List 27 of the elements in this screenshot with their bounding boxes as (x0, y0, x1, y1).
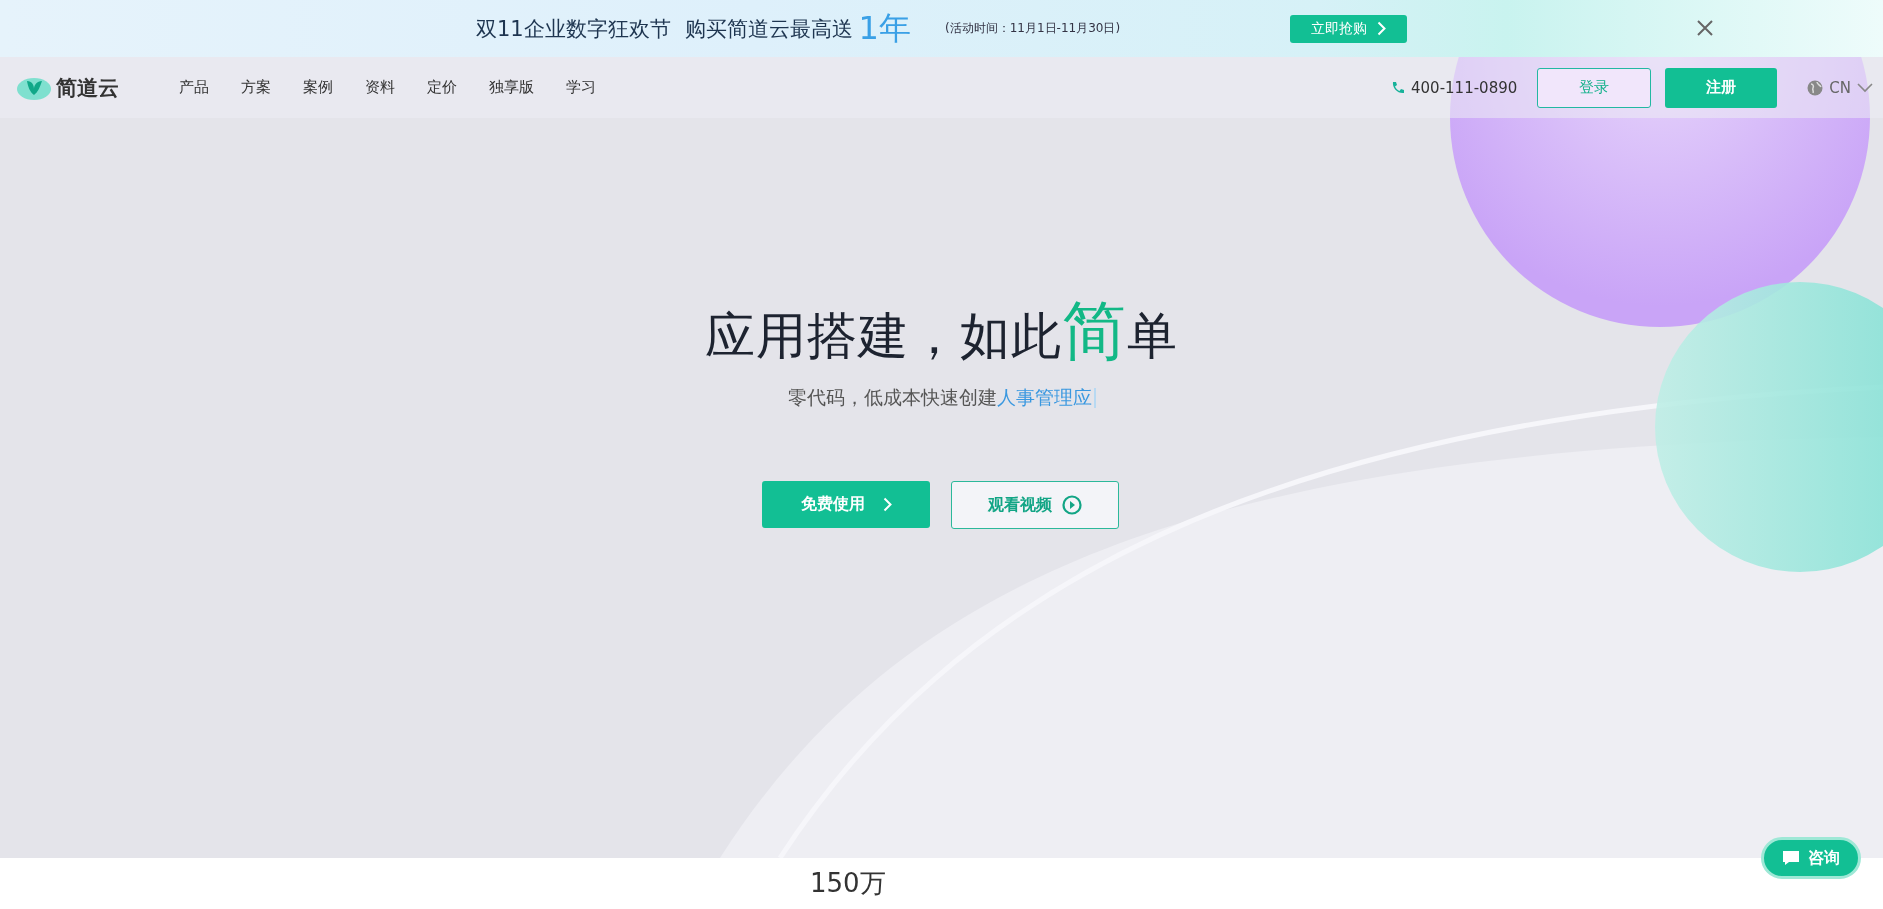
nav-link[interactable]: 资料 (349, 78, 411, 97)
chevron-right-icon (882, 497, 892, 512)
nav-link[interactable]: 案例 (287, 78, 349, 97)
chevron-down-icon (1857, 82, 1873, 93)
typed-text: 人事管理应 (996, 385, 1092, 410)
phone-number: 400-111-0890 (1411, 78, 1518, 97)
chat-icon (1782, 850, 1800, 866)
close-icon[interactable] (1697, 20, 1713, 36)
stat-number: 150万 (810, 868, 886, 898)
globe-icon (1807, 79, 1824, 96)
hero-subtitle: 零代码，低成本快速创建 (787, 385, 997, 410)
logo-text: 简道云 (56, 74, 119, 102)
play-icon (1062, 495, 1082, 515)
promo-period: (活动时间：11月1日-11月30日) (944, 20, 1121, 37)
language-selector[interactable]: CN (1801, 77, 1879, 98)
chevron-right-icon (1377, 21, 1387, 36)
nav-link[interactable]: 定价 (411, 78, 473, 97)
nav-link[interactable]: 学习 (550, 78, 612, 97)
promo-offer: 购买简道云最高送 (684, 15, 853, 43)
nav-link[interactable]: 方案 (225, 78, 287, 97)
text-cursor-icon (1093, 388, 1096, 408)
promo-headline: 双11企业数字狂欢节 (475, 15, 671, 43)
nav-link[interactable]: 产品 (163, 78, 225, 97)
hero-title: 应用搭建，如此简单 (705, 293, 1178, 370)
nav-link[interactable]: 独享版 (473, 78, 550, 97)
promo-highlight: 1年 (858, 7, 911, 49)
phone-icon (1391, 80, 1406, 95)
